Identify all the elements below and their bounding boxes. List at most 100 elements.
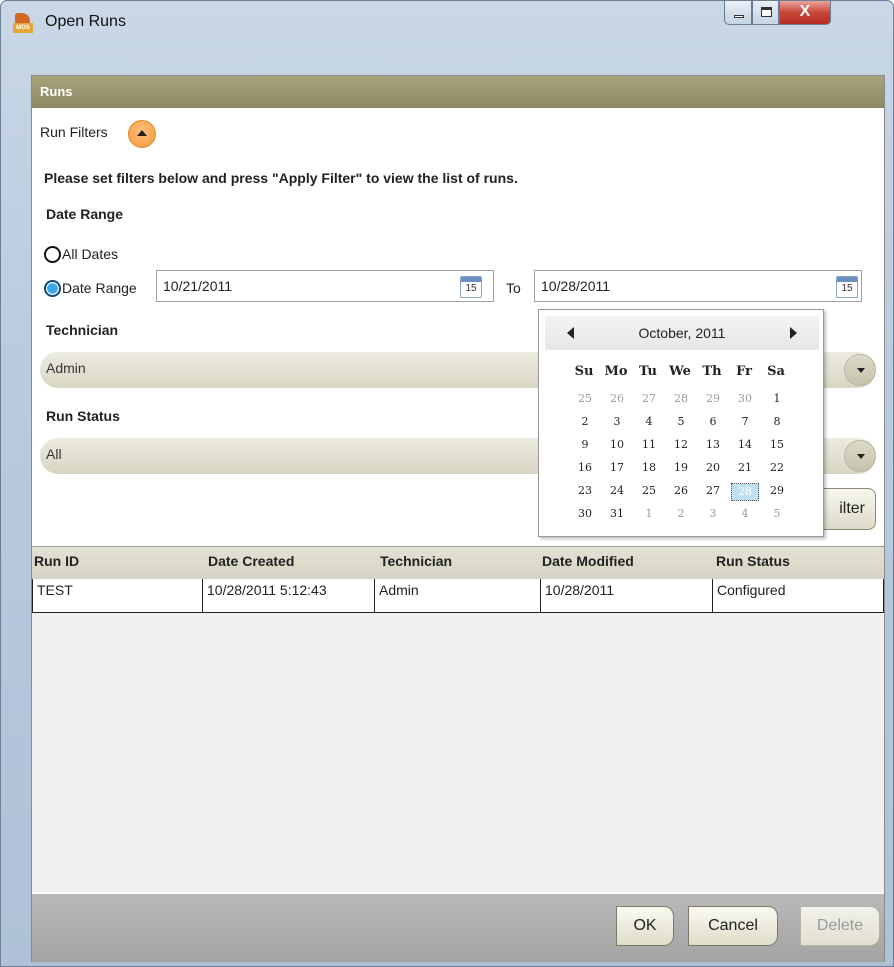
dow-friday: Fr (736, 364, 752, 379)
apply-filter-button[interactable]: ilter (816, 488, 876, 530)
date-range-radio[interactable] (44, 280, 61, 297)
calendar-day[interactable]: 2 (667, 507, 695, 520)
run-status-heading: Run Status (46, 408, 120, 424)
technician-heading: Technician (46, 322, 119, 338)
cell-date-modified: 10/28/2011 (541, 579, 713, 613)
calendar-day[interactable]: 4 (731, 507, 759, 520)
dialog-footer: OK Cancel Delete (32, 894, 884, 962)
calendar-day[interactable]: 3 (699, 507, 727, 520)
calendar-day[interactable]: 1 (763, 392, 791, 405)
dow-thursday: Th (702, 364, 722, 379)
technician-value: Admin (46, 360, 86, 376)
date-range-heading: Date Range (46, 206, 124, 222)
calendar-day[interactable]: 29 (763, 484, 791, 497)
cell-date-created: 10/28/2011 5:12:43 (203, 579, 375, 613)
chevron-down-icon[interactable] (844, 354, 876, 386)
cell-run-id: TEST (33, 579, 203, 613)
calendar-day[interactable]: 2 (571, 415, 599, 428)
calendar-day[interactable]: 4 (635, 415, 663, 428)
ok-button[interactable]: OK (616, 906, 674, 946)
cell-run-status: Configured (717, 582, 786, 598)
date-range-radio-label[interactable]: Date Range (62, 280, 137, 296)
calendar-day[interactable]: 30 (731, 392, 759, 405)
app-icon: MOS (13, 13, 33, 33)
dow-sunday: Su (574, 364, 594, 379)
calendar-day[interactable]: 14 (731, 438, 759, 451)
column-technician[interactable]: Technician (380, 553, 452, 569)
calendar-day[interactable]: 1 (635, 507, 663, 520)
dow-tuesday: Tu (639, 364, 657, 379)
calendar-day[interactable]: 27 (635, 392, 663, 405)
calendar-day[interactable]: 11 (635, 438, 663, 451)
calendar-day[interactable]: 23 (571, 484, 599, 497)
dow-monday: Mo (604, 364, 628, 379)
date-picker-popup: October, 2011 Su Mo Tu We Th Fr Sa 25 26… (538, 309, 824, 537)
runs-header: Runs (32, 76, 884, 108)
cancel-button[interactable]: Cancel (688, 906, 778, 946)
calendar-day[interactable]: 25 (571, 392, 599, 405)
calendar-day[interactable]: 9 (571, 438, 599, 451)
calendar-day[interactable]: 3 (603, 415, 631, 428)
calendar-day[interactable]: 28 (667, 392, 695, 405)
from-date-calendar-button[interactable]: 15 (460, 276, 482, 298)
filter-instructions: Please set filters below and press "Appl… (44, 170, 518, 186)
calendar-day[interactable]: 7 (731, 415, 759, 428)
calendar-icon: 15 (465, 283, 477, 294)
collapse-filters-button[interactable] (128, 120, 156, 148)
calendar-day[interactable]: 20 (699, 461, 727, 474)
minimize-icon (734, 15, 744, 18)
calendar-header: October, 2011 (545, 316, 819, 350)
calendar-month-title[interactable]: October, 2011 (545, 316, 819, 350)
from-date-field[interactable]: 10/21/2011 (156, 270, 494, 302)
calendar-day[interactable]: 8 (763, 415, 791, 428)
to-label: To (506, 280, 521, 296)
calendar-day[interactable]: 26 (667, 484, 695, 497)
chevron-down-icon[interactable] (844, 440, 876, 472)
to-date-field[interactable]: 10/28/2011 (534, 270, 862, 302)
calendar-day[interactable]: 29 (699, 392, 727, 405)
calendar-day[interactable]: 5 (667, 415, 695, 428)
all-dates-label[interactable]: All Dates (62, 246, 118, 262)
calendar-day[interactable]: 31 (603, 507, 631, 520)
calendar-day[interactable]: 17 (603, 461, 631, 474)
dow-wednesday: We (669, 364, 691, 379)
calendar-day[interactable]: 27 (699, 484, 727, 497)
calendar-day-selected[interactable]: 28 (731, 483, 759, 501)
calendar-day[interactable]: 22 (763, 461, 791, 474)
previous-month-icon[interactable] (567, 327, 574, 339)
runs-table: Run ID Date Created Technician Date Modi… (32, 546, 884, 892)
calendar-day[interactable]: 24 (603, 484, 631, 497)
calendar-day[interactable]: 13 (699, 438, 727, 451)
close-button[interactable]: X (779, 1, 831, 25)
column-date-modified[interactable]: Date Modified (542, 553, 634, 569)
window-title: Open Runs (45, 13, 126, 30)
calendar-day[interactable]: 21 (731, 461, 759, 474)
calendar-day[interactable]: 19 (667, 461, 695, 474)
maximize-button[interactable] (752, 1, 779, 25)
column-run-id[interactable]: Run ID (34, 553, 79, 569)
calendar-day[interactable]: 5 (763, 507, 791, 520)
column-date-created[interactable]: Date Created (208, 553, 294, 569)
calendar-day[interactable]: 16 (571, 461, 599, 474)
title-bar[interactable]: MOS Open Runs X (1, 1, 893, 35)
calendar-day[interactable]: 25 (635, 484, 663, 497)
run-filters-label: Run Filters (40, 124, 108, 140)
maximize-icon (761, 7, 772, 17)
cell-technician: Admin (375, 579, 541, 613)
calendar-day[interactable]: 15 (763, 438, 791, 451)
calendar-day[interactable]: 18 (635, 461, 663, 474)
minimize-button[interactable] (724, 1, 752, 25)
calendar-icon: 15 (841, 283, 853, 294)
calendar-day[interactable]: 26 (603, 392, 631, 405)
to-date-calendar-button[interactable]: 15 (836, 276, 858, 298)
column-run-status[interactable]: Run Status (716, 553, 790, 569)
calendar-day[interactable]: 12 (667, 438, 695, 451)
delete-button[interactable]: Delete (800, 906, 880, 946)
dow-saturday: Sa (767, 364, 785, 379)
calendar-day[interactable]: 10 (603, 438, 631, 451)
calendar-day[interactable]: 30 (571, 507, 599, 520)
all-dates-radio[interactable] (44, 246, 61, 263)
table-row[interactable]: TEST 10/28/2011 5:12:43 Admin 10/28/2011… (32, 579, 884, 613)
calendar-day[interactable]: 6 (699, 415, 727, 428)
next-month-icon[interactable] (790, 327, 797, 339)
